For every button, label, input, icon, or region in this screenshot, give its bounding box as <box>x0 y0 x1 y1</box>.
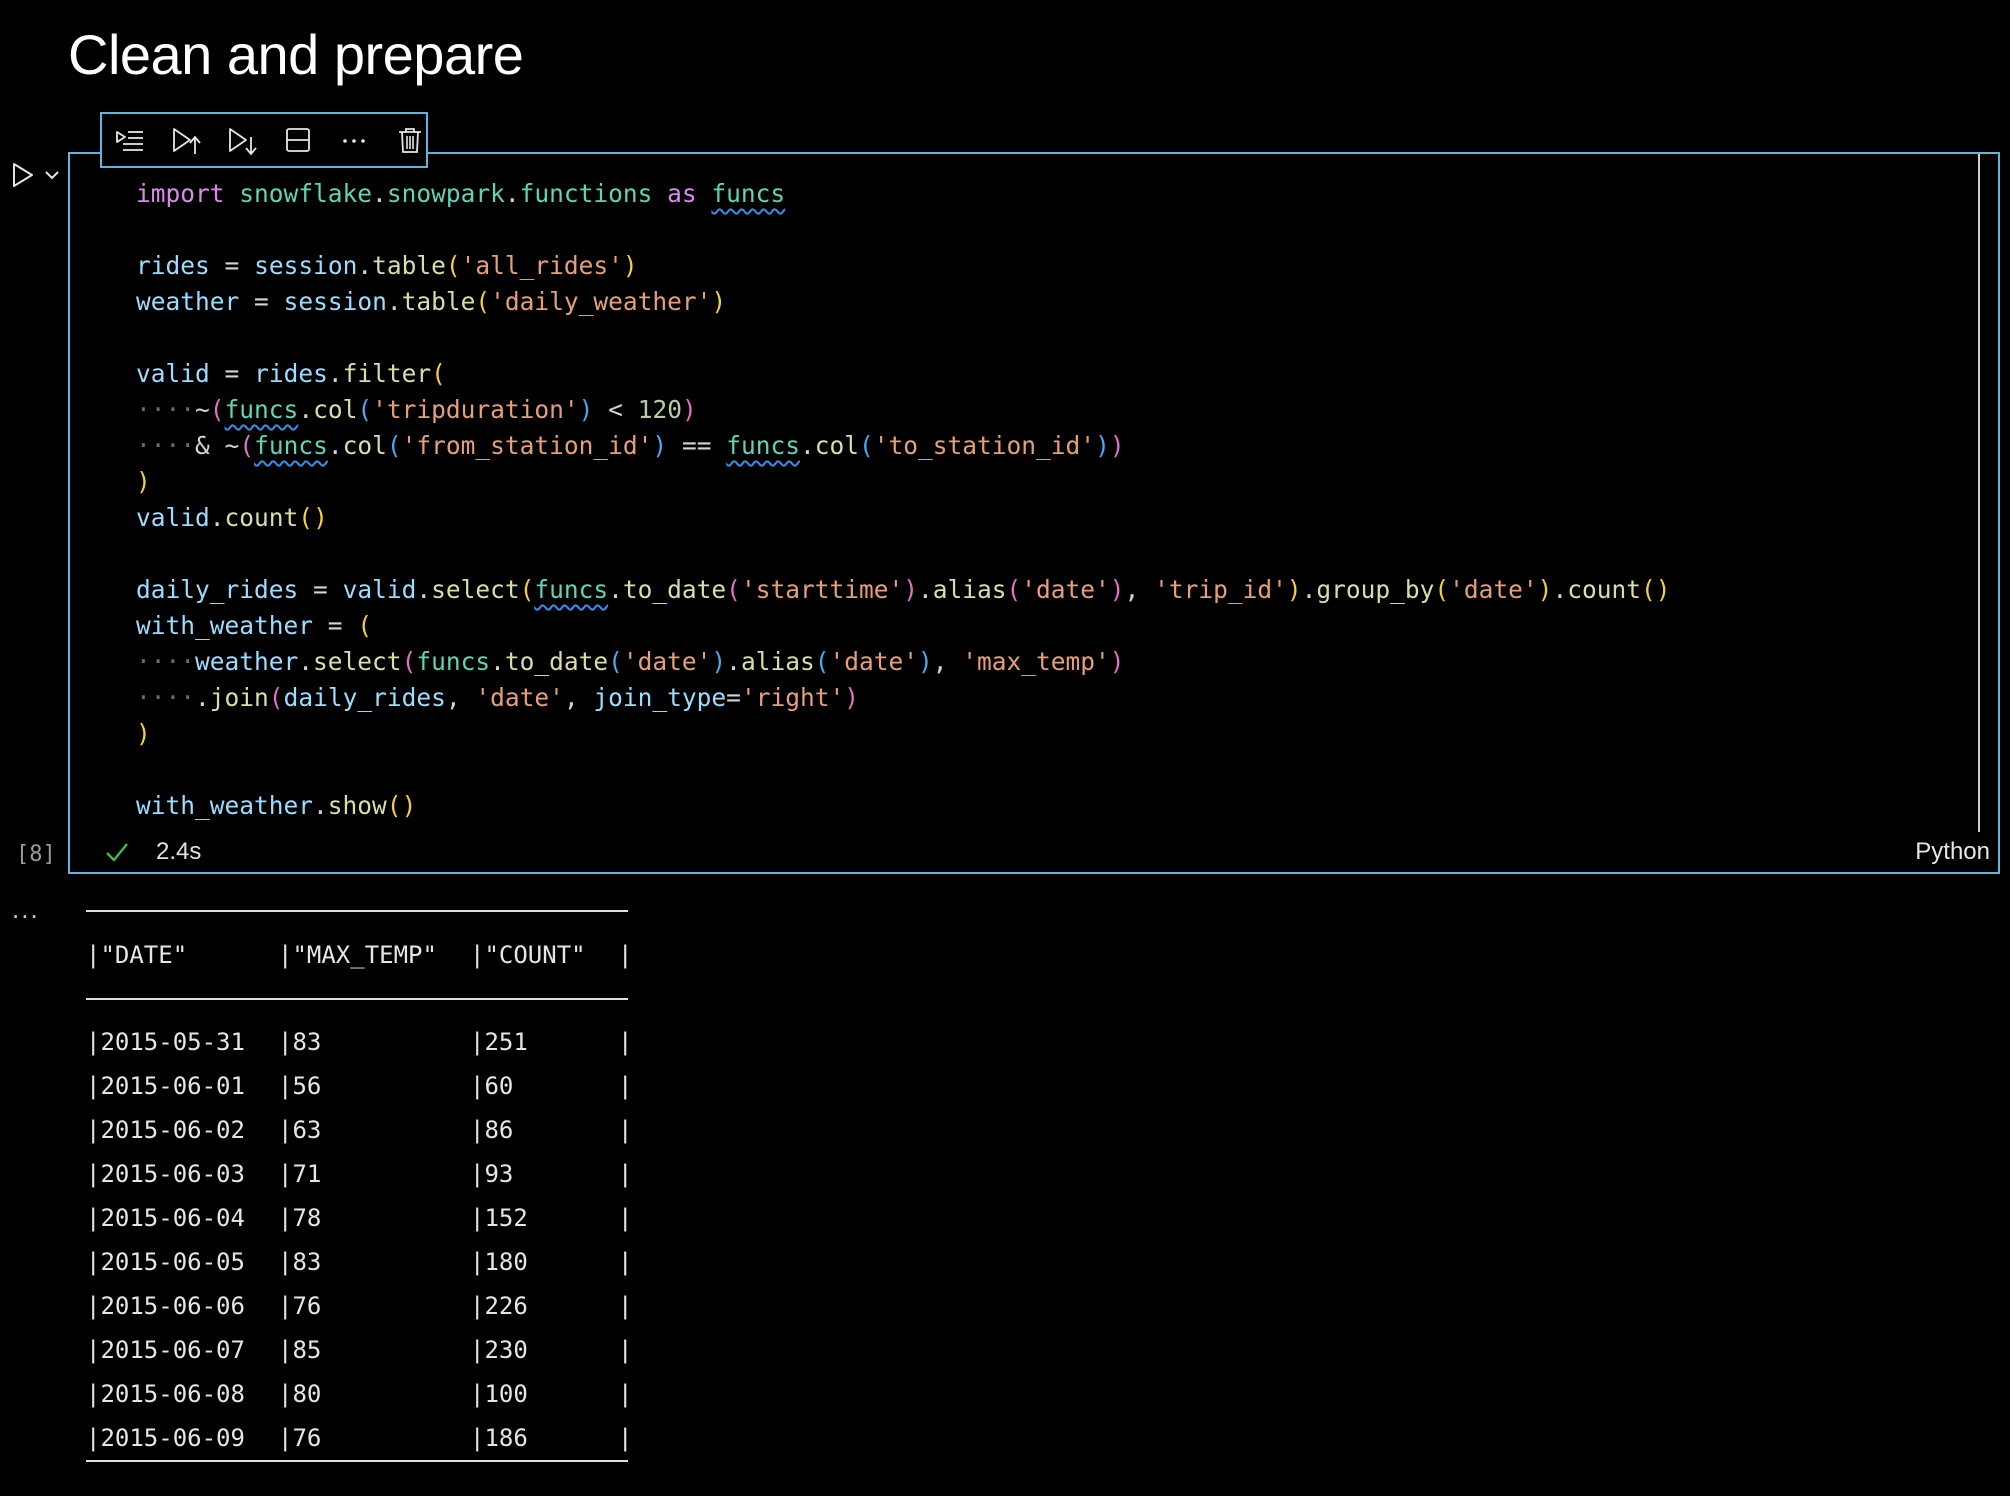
table-cell: |2015-05-31 <box>86 1028 245 1056</box>
table-row: |2015-06-08 |80 |100 | <box>86 1380 633 1408</box>
code-line: ) <box>136 467 151 496</box>
cell-toolbar <box>100 112 428 168</box>
code-line: with_weather.show() <box>136 791 417 820</box>
execute-above-button[interactable] <box>114 124 146 156</box>
table-row: |2015-06-02 |63 |86 | <box>86 1116 633 1144</box>
code-line: valid = rides.filter( <box>136 359 446 388</box>
code-line: ····~(funcs.col('tripduration') < 120) <box>136 395 697 424</box>
output-more-button[interactable]: ... <box>12 894 40 925</box>
table-row: |2015-06-01 |56 |60 | <box>86 1072 633 1100</box>
run-below-button[interactable] <box>226 124 258 156</box>
table-cell: |2015-06-07 <box>86 1336 245 1364</box>
table-header: |"DATE" |"MAX_TEMP" |"COUNT" | <box>86 941 633 969</box>
table-cell: |76 <box>278 1292 322 1320</box>
code-line: weather = session.table('daily_weather') <box>136 287 727 316</box>
more-actions-button[interactable] <box>338 124 370 156</box>
table-cell: |86 <box>470 1116 514 1144</box>
execution-count: [8] <box>16 842 56 867</box>
run-above-button[interactable] <box>170 124 202 156</box>
table-row: |2015-06-04 |78 |152 | <box>86 1204 633 1232</box>
table-cell: |100 <box>470 1380 528 1408</box>
table-cell: |80 <box>278 1380 322 1408</box>
more-icon <box>343 139 365 143</box>
run-above-icon <box>173 128 201 154</box>
delete-cell-button[interactable] <box>394 124 426 156</box>
table-cell: |56 <box>278 1072 322 1100</box>
table-cell: |2015-06-09 <box>86 1424 245 1452</box>
table-cell: |2015-06-01 <box>86 1072 245 1100</box>
section-heading: Clean and prepare <box>68 23 524 86</box>
table-cell: |2015-06-06 <box>86 1292 245 1320</box>
column-header: "COUNT" <box>484 941 586 969</box>
table-rule <box>86 1460 628 1462</box>
split-cell-button[interactable] <box>282 124 314 156</box>
run-cell-button[interactable] <box>10 162 36 188</box>
table-row: |2015-06-03 |71 |93 | <box>86 1160 633 1188</box>
table-row: |2015-05-31 |83 |251 | <box>86 1028 633 1056</box>
run-options-button[interactable] <box>44 168 60 180</box>
table-cell: |2015-06-02 <box>86 1116 245 1144</box>
chevron-down-icon <box>45 171 59 180</box>
run-below-icon <box>229 128 257 156</box>
table-row: |2015-06-09 |76 |186 | <box>86 1424 633 1452</box>
table-cell: |2015-06-04 <box>86 1204 245 1232</box>
code-line: ) <box>136 719 151 748</box>
table-cell: |180 <box>470 1248 528 1276</box>
table-cell: |93 <box>470 1160 514 1188</box>
table-row: |2015-06-06 |76 |226 | <box>86 1292 633 1320</box>
execution-time: 2.4s <box>156 838 202 865</box>
table-cell: |251 <box>470 1028 528 1056</box>
code-line: with_weather = ( <box>136 611 373 640</box>
code-line: ····.join(daily_rides, 'date', join_type… <box>136 683 859 712</box>
code-line: import snowflake.snowpark.functions as f… <box>136 179 786 208</box>
code-line: daily_rides = valid.select(funcs.to_date… <box>136 575 1671 604</box>
table-cell: |152 <box>470 1204 528 1232</box>
column-header: "DATE" <box>100 941 188 969</box>
table-cell: |85 <box>278 1336 322 1364</box>
table-cell: |60 <box>470 1072 514 1100</box>
scrollbar[interactable] <box>1978 154 1980 832</box>
table-cell: |63 <box>278 1116 322 1144</box>
table-cell: |2015-06-05 <box>86 1248 245 1276</box>
column-header: "MAX_TEMP" <box>292 941 437 969</box>
table-cell: |83 <box>278 1028 322 1056</box>
table-cell: |230 <box>470 1336 528 1364</box>
cell-output: |"DATE" |"MAX_TEMP" |"COUNT" | |2015-05-31 |… <box>86 910 633 1462</box>
table-row: |2015-06-07 |85 |230 | <box>86 1336 633 1364</box>
code-line: rides = session.table('all_rides') <box>136 251 638 280</box>
table-cell: |71 <box>278 1160 322 1188</box>
table-cell: |78 <box>278 1204 322 1232</box>
code-editor[interactable]: import snowflake.snowpark.functions as f… <box>136 176 1671 824</box>
table-body: |2015-05-31 |83 |251 | |2015-06-01 |56 |60 | |20… <box>86 1000 633 1460</box>
code-line: ····weather.select(funcs.to_date('date')… <box>136 647 1125 676</box>
table-cell: |76 <box>278 1424 322 1452</box>
execute-above-icon <box>116 131 143 151</box>
table-cell: |186 <box>470 1424 528 1452</box>
table-cell: |226 <box>470 1292 528 1320</box>
check-icon <box>106 843 128 862</box>
table-cell: |2015-06-08 <box>86 1380 245 1408</box>
split-cell-icon <box>286 128 310 152</box>
table-cell: |2015-06-03 <box>86 1160 245 1188</box>
table-row: |2015-06-05 |83 |180 | <box>86 1248 633 1276</box>
table-cell: |83 <box>278 1248 322 1276</box>
cell-status: 2.4s <box>104 838 201 866</box>
language-selector[interactable]: Python <box>1915 838 1990 866</box>
code-line: valid.count() <box>136 503 328 532</box>
code-line: ····& ~(funcs.col('from_station_id') == … <box>136 431 1125 460</box>
play-icon <box>13 163 33 187</box>
delete-icon <box>399 128 421 153</box>
